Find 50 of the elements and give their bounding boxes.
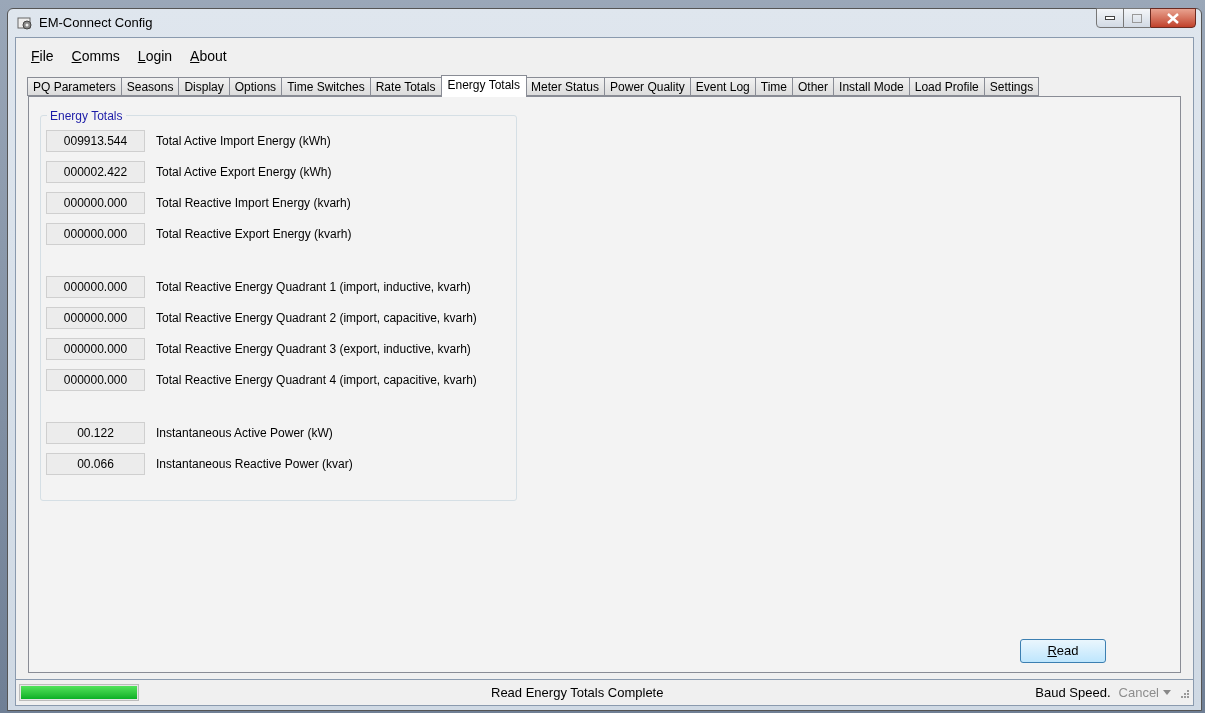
- value-label: Instantaneous Reactive Power (kvar): [156, 456, 353, 473]
- maximize-icon: [1132, 13, 1142, 23]
- tab[interactable]: Power Quality: [604, 77, 691, 96]
- value-label: Instantaneous Active Power (kW): [156, 425, 333, 442]
- value-field: 00.066: [46, 453, 145, 475]
- tab[interactable]: Meter Status: [525, 77, 606, 96]
- tab[interactable]: Event Log: [689, 77, 756, 96]
- value-label: Total Reactive Import Energy (kvarh): [156, 195, 351, 212]
- tab[interactable]: Rate Totals: [369, 77, 442, 96]
- value-label: Total Active Export Energy (kWh): [156, 164, 332, 181]
- tab[interactable]: Settings: [983, 77, 1040, 96]
- minimize-icon: [1105, 16, 1115, 20]
- value-field: 009913.544: [46, 130, 145, 152]
- tab[interactable]: Load Profile: [908, 77, 985, 96]
- value-label: Total Reactive Energy Quadrant 3 (export, inductive, kvarh): [156, 341, 471, 358]
- tab[interactable]: Seasons: [120, 77, 180, 96]
- value-field: 000000.000: [46, 276, 145, 298]
- value-field: 000000.000: [46, 338, 145, 360]
- value-field: 000000.000: [46, 223, 145, 245]
- menu-item[interactable]: Comms: [63, 45, 128, 67]
- value-field: 000002.422: [46, 161, 145, 183]
- tab[interactable]: Display: [178, 77, 230, 96]
- tab[interactable]: Other: [792, 77, 835, 96]
- minimize-button[interactable]: [1096, 8, 1124, 28]
- tab[interactable]: Time Switches: [281, 77, 371, 96]
- value-label: Total Active Import Energy (kWh): [156, 133, 331, 150]
- close-icon: [1167, 12, 1179, 24]
- menu-item[interactable]: File: [23, 45, 62, 67]
- value-label: Total Reactive Energy Quadrant 4 (import, capacitive, kvarh): [156, 372, 477, 389]
- tab[interactable]: Energy Totals: [440, 75, 527, 97]
- menu-item[interactable]: About: [182, 45, 235, 67]
- menu-item[interactable]: Login: [129, 45, 181, 67]
- read-button[interactable]: Read: [1020, 639, 1106, 663]
- baud-speed-label: Baud Speed.: [1035, 683, 1111, 702]
- value-field: 000000.000: [46, 307, 145, 329]
- tab[interactable]: Install Mode: [833, 77, 910, 96]
- value-field: 00.122: [46, 422, 145, 444]
- value-label: Total Reactive Energy Quadrant 1 (import, inductive, kvarh): [156, 279, 471, 296]
- caret-icon: [1163, 690, 1171, 695]
- value-label: Total Reactive Export Energy (kvarh): [156, 226, 352, 243]
- close-button[interactable]: [1150, 8, 1196, 28]
- value-field: 000000.000: [46, 192, 145, 214]
- size-grip-icon: [1179, 687, 1189, 698]
- status-message: Read Energy Totals Complete: [491, 683, 664, 702]
- maximize-button[interactable]: [1124, 8, 1150, 28]
- window-title: EM-Connect Config: [39, 14, 153, 33]
- value-field: 000000.000: [46, 369, 145, 391]
- tab[interactable]: Options: [228, 77, 283, 96]
- value-label: Total Reactive Energy Quadrant 2 (import, capacitive, kvarh): [156, 310, 477, 327]
- tab[interactable]: PQ Parameters: [27, 77, 122, 96]
